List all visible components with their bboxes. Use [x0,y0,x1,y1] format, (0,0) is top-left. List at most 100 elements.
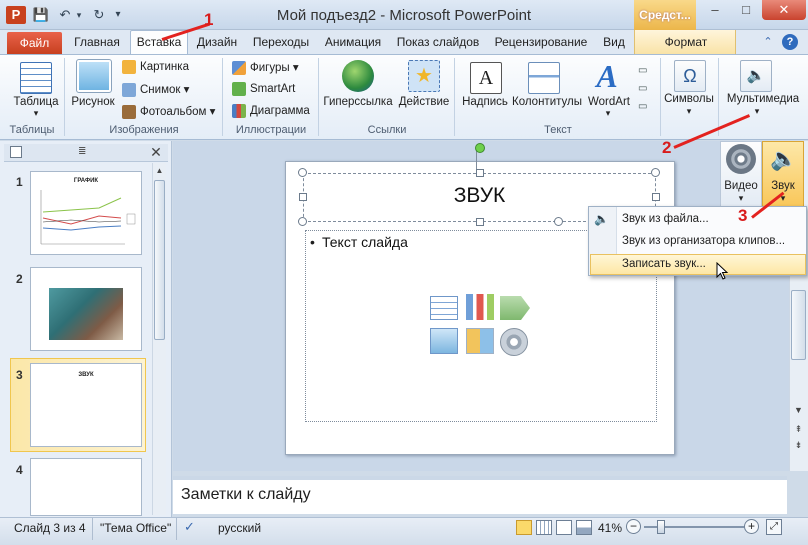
tab-transitions[interactable]: Переходы [248,30,314,54]
group-images-label: Изображения [109,124,179,136]
insert-table-icon[interactable] [430,296,458,320]
text-extra-icons[interactable]: ▭ ▭ ▭ [638,62,652,116]
clipart-button[interactable]: Картинка [122,60,189,74]
group-tables-label: Таблицы [9,124,55,136]
outline-tab-icon[interactable]: ≣ [78,146,98,158]
action-button[interactable]: Действие [396,96,452,108]
editor-scroll-thumb[interactable] [791,290,806,360]
group-separator [454,58,455,136]
language-indicator[interactable]: русский [218,521,261,535]
screenshot-button[interactable]: Снимок ▾ [122,82,189,97]
tab-format[interactable]: Формат [644,30,728,54]
thumbnail-photo [49,288,123,340]
insert-clipart-icon[interactable] [466,328,494,354]
symbols-button[interactable]: Символы [662,93,716,105]
video-icon [726,144,756,174]
tab-file[interactable]: Файл [7,32,62,54]
close-pane-icon[interactable]: ✕ [148,144,164,160]
menu-item-sound-from-clip-organizer[interactable]: Звук из организатора клипов... [622,231,785,251]
video-dropdown-icon[interactable]: ▾ [733,193,749,204]
rotate-handle[interactable] [475,143,485,153]
resize-handle[interactable] [476,218,484,226]
group-illustrations-label: Иллюстрации [235,124,307,136]
insert-picture-icon[interactable] [430,328,458,354]
shapes-button[interactable]: Фигуры ▾ [232,60,299,75]
resize-handle[interactable] [554,217,563,226]
photoalbum-icon [122,104,136,119]
zoom-level[interactable]: 41% [598,521,622,535]
textbox-icon: A [470,62,502,94]
group-text-label: Текст [544,124,572,136]
fit-to-window-icon[interactable]: ⤢ [766,519,782,535]
resize-handle[interactable] [298,217,307,226]
multimedia-icon: 🔈 [740,60,772,92]
help-icon[interactable]: ? [782,34,798,50]
headerfooter-button[interactable]: Колонтитулы [512,96,582,108]
slide-sorter-icon[interactable] [536,520,552,535]
minimize-button[interactable]: – [700,0,730,20]
wordart-dropdown-icon[interactable]: ▾ [600,108,616,119]
close-button[interactable]: ✕ [762,0,806,20]
resize-handle[interactable] [298,168,307,177]
mouse-cursor-icon [716,261,730,282]
next-slide-icon[interactable]: ⇟ [791,440,806,452]
zoom-slider-thumb[interactable] [657,520,666,534]
menu-item-record-sound[interactable]: Записать звук... [622,254,706,274]
resize-handle[interactable] [651,168,660,177]
tab-slideshow[interactable]: Показ слайдов [392,30,484,54]
slide-body-text[interactable]: Текст слайда [322,234,408,250]
symbols-dropdown-icon[interactable]: ▾ [681,106,697,117]
slide-thumbnail-4[interactable] [30,458,142,516]
video-button[interactable]: Видео [720,180,762,192]
reading-view-icon[interactable] [556,520,572,535]
sound-button[interactable]: Звук [762,180,804,192]
thumbnail-title: ЗВУК [78,372,94,378]
scroll-up-icon[interactable]: ▲ [154,166,165,176]
group-links-label: Ссылки [367,124,407,136]
slide-thumbnail-2[interactable] [30,267,142,351]
slides-pane-scroll-thumb[interactable] [154,180,165,340]
scroll-down-icon[interactable]: ▼ [791,405,806,417]
smartart-icon [232,82,246,96]
zoom-in-button[interactable]: + [744,519,759,534]
minimize-ribbon-icon[interactable]: ⌃ [760,30,776,54]
multimedia-button[interactable]: Мультимедиа [720,93,806,105]
hyperlink-button[interactable]: Гиперссылка [322,96,394,108]
wordart-button[interactable]: WordArt [584,96,634,108]
textbox-button[interactable]: Надпись [458,96,512,108]
tab-review[interactable]: Рецензирование [488,30,594,54]
tab-view[interactable]: Вид [598,30,630,54]
insert-chart-icon[interactable] [466,294,494,320]
notes-area[interactable]: Заметки к слайду [173,476,787,514]
status-separator [92,518,93,540]
slideshow-icon[interactable] [576,520,592,535]
smartart-button[interactable]: SmartArt [232,82,295,96]
normal-view-icon[interactable] [516,520,532,535]
tab-home[interactable]: Главная [66,30,128,54]
chart-icon [232,104,246,118]
spellcheck-icon[interactable]: ✓ [184,519,202,535]
table-dropdown-icon[interactable]: ▾ [28,108,44,119]
slide-thumbnail-1[interactable]: ГРАФИК [30,171,142,255]
multimedia-dropdown-icon[interactable]: ▾ [749,106,765,117]
theme-name[interactable]: "Тема Office" [100,521,171,535]
zoom-out-button[interactable]: − [626,519,641,534]
menu-item-sound-from-file[interactable]: Звук из файла... [622,209,709,229]
picture-button[interactable]: Рисунок [68,96,118,108]
previous-slide-icon[interactable]: ⇞ [791,424,806,436]
slides-tab-icon[interactable] [10,146,22,158]
tab-animation[interactable]: Анимация [318,30,388,54]
slide-thumbnail-3[interactable]: ЗВУК [30,363,142,447]
resize-handle[interactable] [652,193,660,201]
slide-title-text[interactable]: ЗВУК [303,184,656,208]
photoalbum-button[interactable]: Фотоальбом ▾ [122,104,215,119]
resize-handle[interactable] [476,169,484,177]
maximize-button[interactable]: □ [731,0,761,20]
resize-handle[interactable] [299,193,307,201]
headerfooter-icon [528,62,560,94]
insert-media-icon[interactable] [500,328,528,356]
chart-button[interactable]: Диаграмма [232,104,310,118]
table-button[interactable]: Таблица [6,96,66,108]
slide-number: 4 [16,463,23,477]
tab-design[interactable]: Дизайн [190,30,244,54]
